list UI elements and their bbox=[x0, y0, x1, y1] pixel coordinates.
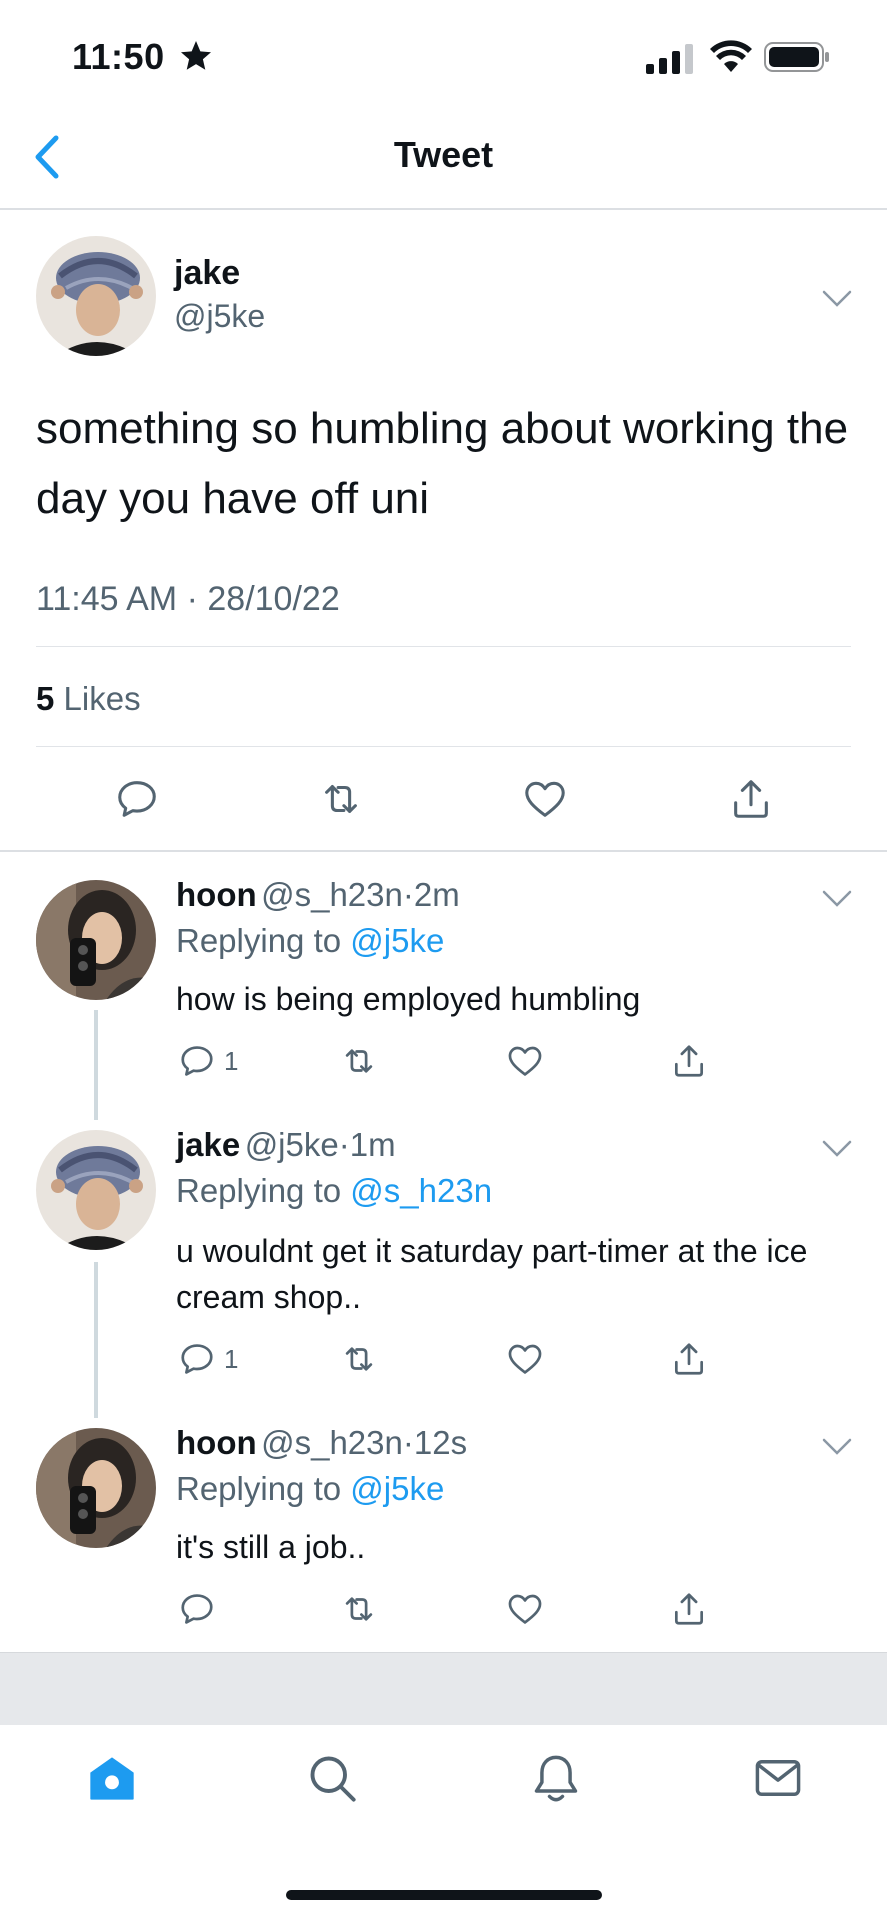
share-icon[interactable] bbox=[670, 1340, 708, 1378]
likes-label: Likes bbox=[63, 680, 141, 717]
author-name[interactable]: jake bbox=[174, 254, 240, 293]
tweet-timestamp: 11:45 AM · 28/10/22 bbox=[36, 580, 340, 619]
status-time: 11:50 bbox=[72, 36, 165, 77]
content-end-band bbox=[0, 1652, 887, 1725]
notifications-bell-icon[interactable] bbox=[530, 1752, 582, 1804]
meta-separator: · bbox=[402, 876, 414, 913]
reply-text: how is being employed humbling bbox=[176, 981, 641, 1017]
likes-summary[interactable]: 5 Likes bbox=[36, 680, 141, 718]
share-icon[interactable] bbox=[728, 776, 774, 822]
meta-separator: · bbox=[338, 1126, 350, 1163]
reply-icon[interactable] bbox=[178, 1340, 216, 1378]
chevron-down-icon[interactable] bbox=[822, 290, 852, 308]
replying-to-label: Replying to bbox=[176, 1470, 342, 1507]
likes-count: 5 bbox=[36, 680, 55, 717]
divider bbox=[36, 746, 851, 747]
reply-author-name[interactable]: hoon bbox=[176, 1424, 257, 1461]
star-icon bbox=[181, 41, 211, 70]
share-icon[interactable] bbox=[670, 1590, 708, 1628]
divider bbox=[36, 646, 851, 647]
reply-author-name[interactable]: hoon bbox=[176, 876, 257, 913]
reply-header: hoon @s_h23n·12s bbox=[176, 1424, 467, 1462]
home-icon[interactable] bbox=[86, 1752, 138, 1804]
reply-icon[interactable] bbox=[114, 776, 160, 822]
avatar[interactable] bbox=[36, 880, 156, 1000]
messages-envelope-icon[interactable] bbox=[752, 1752, 804, 1804]
reply-header: jake @j5ke·1m bbox=[176, 1126, 396, 1164]
reply-text: u wouldnt get it saturday part-timer at … bbox=[176, 1233, 808, 1315]
avatar[interactable] bbox=[36, 1130, 156, 1250]
reply-icon[interactable] bbox=[178, 1042, 216, 1080]
reply-icon[interactable] bbox=[178, 1590, 216, 1628]
reply-author-handle[interactable]: @j5ke bbox=[245, 1126, 339, 1163]
replying-to-link[interactable]: @j5ke bbox=[350, 922, 444, 959]
retweet-icon[interactable] bbox=[318, 776, 364, 822]
thread-line bbox=[94, 1010, 98, 1120]
cellular-signal-icon bbox=[646, 44, 693, 74]
retweet-icon[interactable] bbox=[340, 1042, 378, 1080]
reply-count: 1 bbox=[224, 1344, 239, 1374]
replying-to: Replying to @j5ke bbox=[176, 1470, 444, 1508]
share-icon[interactable] bbox=[670, 1042, 708, 1080]
chevron-down-icon[interactable] bbox=[822, 890, 852, 908]
meta-separator: · bbox=[402, 1424, 414, 1461]
reply-time: 12s bbox=[413, 1424, 468, 1461]
reply-author-name[interactable]: jake bbox=[176, 1126, 240, 1163]
battery-icon bbox=[764, 42, 829, 72]
like-heart-icon[interactable] bbox=[506, 1590, 544, 1628]
retweet-icon[interactable] bbox=[340, 1340, 378, 1378]
section-divider bbox=[0, 850, 887, 852]
replying-to-label: Replying to bbox=[176, 1172, 342, 1209]
reply-count: 1 bbox=[224, 1046, 239, 1076]
thread-line bbox=[94, 1262, 98, 1418]
tweet-date: 28/10/22 bbox=[207, 580, 340, 618]
like-heart-icon[interactable] bbox=[506, 1340, 544, 1378]
replying-to-link[interactable]: @s_h23n bbox=[350, 1172, 492, 1209]
avatar[interactable] bbox=[36, 1428, 156, 1548]
reply-author-handle[interactable]: @s_h23n bbox=[261, 1424, 403, 1461]
reply-time: 2m bbox=[413, 876, 460, 913]
reply-text: it's still a job.. bbox=[176, 1529, 366, 1565]
tweet-text: something so humbling about working the … bbox=[36, 404, 849, 523]
chevron-down-icon[interactable] bbox=[822, 1140, 852, 1158]
tweet-time: 11:45 AM bbox=[36, 580, 178, 618]
wifi-icon bbox=[710, 40, 752, 72]
reply-header: hoon @s_h23n·2m bbox=[176, 876, 460, 914]
page-title: Tweet bbox=[393, 134, 494, 175]
replying-to-label: Replying to bbox=[176, 922, 342, 959]
replying-to: Replying to @j5ke bbox=[176, 922, 444, 960]
like-heart-icon[interactable] bbox=[506, 1042, 544, 1080]
meta-separator: · bbox=[186, 580, 198, 618]
chevron-down-icon[interactable] bbox=[822, 1438, 852, 1456]
reply-author-handle[interactable]: @s_h23n bbox=[261, 876, 403, 913]
replying-to: Replying to @s_h23n bbox=[176, 1172, 492, 1210]
search-icon[interactable] bbox=[306, 1752, 358, 1804]
home-indicator[interactable] bbox=[286, 1890, 602, 1900]
author-handle[interactable]: @j5ke bbox=[174, 298, 265, 335]
header-divider bbox=[0, 208, 887, 210]
like-heart-icon[interactable] bbox=[522, 776, 568, 822]
reply-time: 1m bbox=[349, 1126, 396, 1163]
retweet-icon[interactable] bbox=[340, 1590, 378, 1628]
replying-to-link[interactable]: @j5ke bbox=[350, 1470, 444, 1507]
avatar[interactable] bbox=[36, 236, 156, 356]
